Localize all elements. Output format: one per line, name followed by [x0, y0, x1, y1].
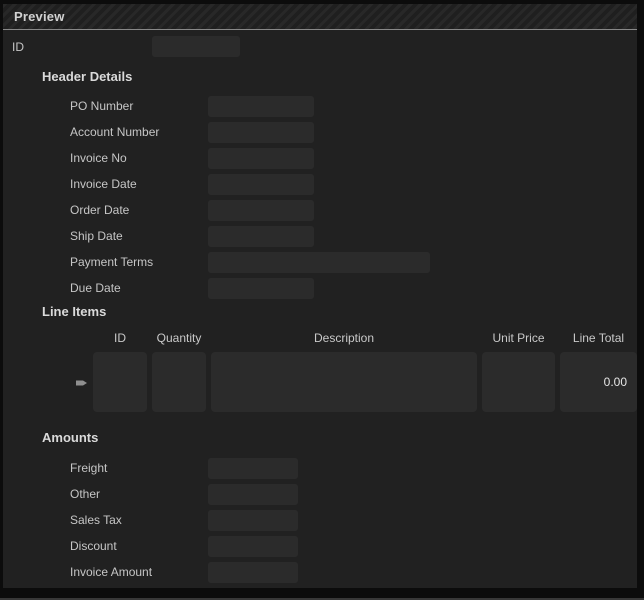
form-row-account-number: Account Number	[3, 119, 637, 145]
discount-label: Discount	[70, 539, 117, 553]
order-date-label: Order Date	[70, 203, 130, 217]
form-row-invoice-amount: Invoice Amount	[3, 559, 637, 585]
amounts-section: Freight Other Sales Tax Discount Invoice…	[3, 455, 637, 585]
line-item-unit-price-cell[interactable]	[482, 352, 555, 412]
due-date-input[interactable]	[208, 277, 314, 299]
line-item-line-total-cell: 0.00	[560, 352, 637, 412]
order-date-input[interactable]	[208, 199, 314, 221]
column-header-line-total: Line Total	[572, 331, 625, 345]
form-row-ship-date: Ship Date	[3, 223, 637, 249]
form-row-order-date: Order Date	[3, 197, 637, 223]
column-header-quantity: Quantity	[156, 331, 202, 345]
freight-label: Freight	[70, 461, 108, 475]
form-row-other: Other	[3, 481, 637, 507]
po-number-label: PO Number	[70, 99, 134, 113]
sales-tax-label: Sales Tax	[70, 513, 122, 527]
ship-date-label: Ship Date	[70, 229, 123, 243]
other-label: Other	[70, 487, 101, 501]
invoice-amount-input[interactable]	[208, 561, 298, 583]
id-field-row: ID	[12, 36, 637, 57]
page-title: Preview	[14, 9, 65, 24]
line-item-quantity-cell[interactable]	[152, 352, 206, 412]
column-header-unit-price: Unit Price	[492, 331, 545, 345]
form-row-due-date: Due Date	[3, 275, 637, 301]
payment-terms-input[interactable]	[208, 251, 430, 273]
line-item-id-cell[interactable]	[93, 352, 147, 412]
other-input[interactable]	[208, 483, 298, 505]
sales-tax-input[interactable]	[208, 509, 298, 531]
due-date-label: Due Date	[70, 281, 121, 295]
payment-terms-label: Payment Terms	[70, 255, 154, 269]
form-row-discount: Discount	[3, 533, 637, 559]
form-row-freight: Freight	[3, 455, 637, 481]
account-number-label: Account Number	[70, 125, 160, 139]
form-row-invoice-date: Invoice Date	[3, 171, 637, 197]
form-row-po-number: PO Number	[3, 93, 637, 119]
id-input[interactable]	[152, 36, 240, 57]
po-number-input[interactable]	[208, 95, 314, 117]
line-items-column-headers: ID Quantity Description Unit Price Line …	[3, 331, 637, 345]
invoice-no-label: Invoice No	[70, 151, 127, 165]
preview-window: Preview ID Header Details PO Number Acco…	[3, 4, 637, 588]
form-row-payment-terms: Payment Terms	[3, 249, 637, 275]
titlebar[interactable]: Preview	[3, 4, 637, 30]
discount-input[interactable]	[208, 535, 298, 557]
account-number-input[interactable]	[208, 121, 314, 143]
invoice-no-input[interactable]	[208, 147, 314, 169]
header-details-section: PO Number Account Number Invoice No Invo…	[3, 93, 637, 301]
row-selector-arrow-icon	[76, 380, 87, 386]
ship-date-input[interactable]	[208, 225, 314, 247]
invoice-date-input[interactable]	[208, 173, 314, 195]
line-item-description-cell[interactable]	[211, 352, 477, 412]
row-selector-cell[interactable]	[3, 352, 93, 412]
freight-input[interactable]	[208, 457, 298, 479]
line-item-row: 0.00	[3, 352, 637, 412]
form-row-sales-tax: Sales Tax	[3, 507, 637, 533]
column-header-description: Description	[313, 331, 375, 345]
column-header-id: ID	[114, 331, 126, 345]
header-details-heading: Header Details	[42, 69, 133, 84]
invoice-amount-label: Invoice Amount	[70, 565, 153, 579]
line-items-heading: Line Items	[42, 304, 107, 319]
id-label: ID	[12, 39, 24, 54]
amounts-heading: Amounts	[42, 430, 99, 445]
invoice-date-label: Invoice Date	[70, 177, 137, 191]
form-row-invoice-no: Invoice No	[3, 145, 637, 171]
